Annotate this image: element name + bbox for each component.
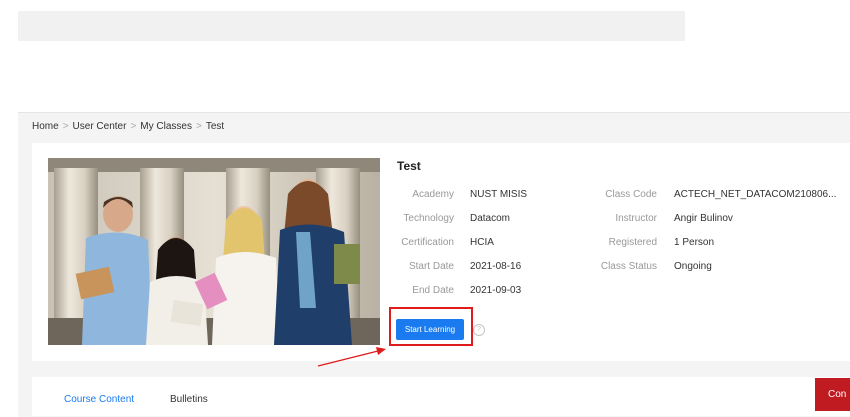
class-status-label: Class Status bbox=[600, 261, 657, 272]
class-code-label: Class Code bbox=[605, 189, 657, 200]
certification-label: Certification bbox=[401, 237, 454, 248]
end-date-value: 2021-09-03 bbox=[470, 285, 522, 296]
class-code-value: ACTECH_NET_DATACOM210806... bbox=[674, 189, 837, 200]
top-banner-placeholder bbox=[18, 11, 685, 41]
breadcrumb: Home > User Center > My Classes > Test bbox=[32, 121, 224, 132]
registered-value: 1 Person bbox=[674, 237, 715, 248]
breadcrumb-home[interactable]: Home bbox=[32, 121, 59, 132]
tab-course-content[interactable]: Course Content bbox=[64, 394, 134, 405]
end-date-label: End Date bbox=[412, 285, 454, 296]
academy-label: Academy bbox=[412, 189, 454, 200]
breadcrumb-my-classes[interactable]: My Classes bbox=[140, 121, 192, 132]
tab-bulletins[interactable]: Bulletins bbox=[170, 394, 208, 405]
breadcrumb-user-center[interactable]: User Center bbox=[73, 121, 127, 132]
technology-value: Datacom bbox=[470, 213, 511, 224]
breadcrumb-separator: > bbox=[130, 121, 137, 132]
breadcrumb-separator: > bbox=[195, 121, 202, 132]
registered-label: Registered bbox=[608, 237, 657, 248]
consult-button[interactable]: Con bbox=[815, 378, 850, 411]
academy-value: NUST MISIS bbox=[470, 189, 528, 200]
instructor-value: Angir Bulinov bbox=[674, 213, 733, 224]
breadcrumb-separator: > bbox=[62, 121, 69, 132]
certification-value: HCIA bbox=[470, 237, 494, 248]
breadcrumb-current: Test bbox=[205, 121, 225, 132]
start-date-label: Start Date bbox=[408, 261, 454, 272]
class-cover-image bbox=[48, 158, 380, 345]
highlight-annotation-box bbox=[389, 307, 473, 346]
course-tabs-bar bbox=[32, 377, 850, 416]
technology-label: Technology bbox=[403, 213, 454, 224]
instructor-label: Instructor bbox=[615, 213, 657, 224]
class-title: Test bbox=[397, 159, 421, 173]
class-status-value: Ongoing bbox=[674, 261, 712, 272]
help-icon[interactable]: ? bbox=[473, 324, 485, 336]
start-date-value: 2021-08-16 bbox=[470, 261, 522, 272]
